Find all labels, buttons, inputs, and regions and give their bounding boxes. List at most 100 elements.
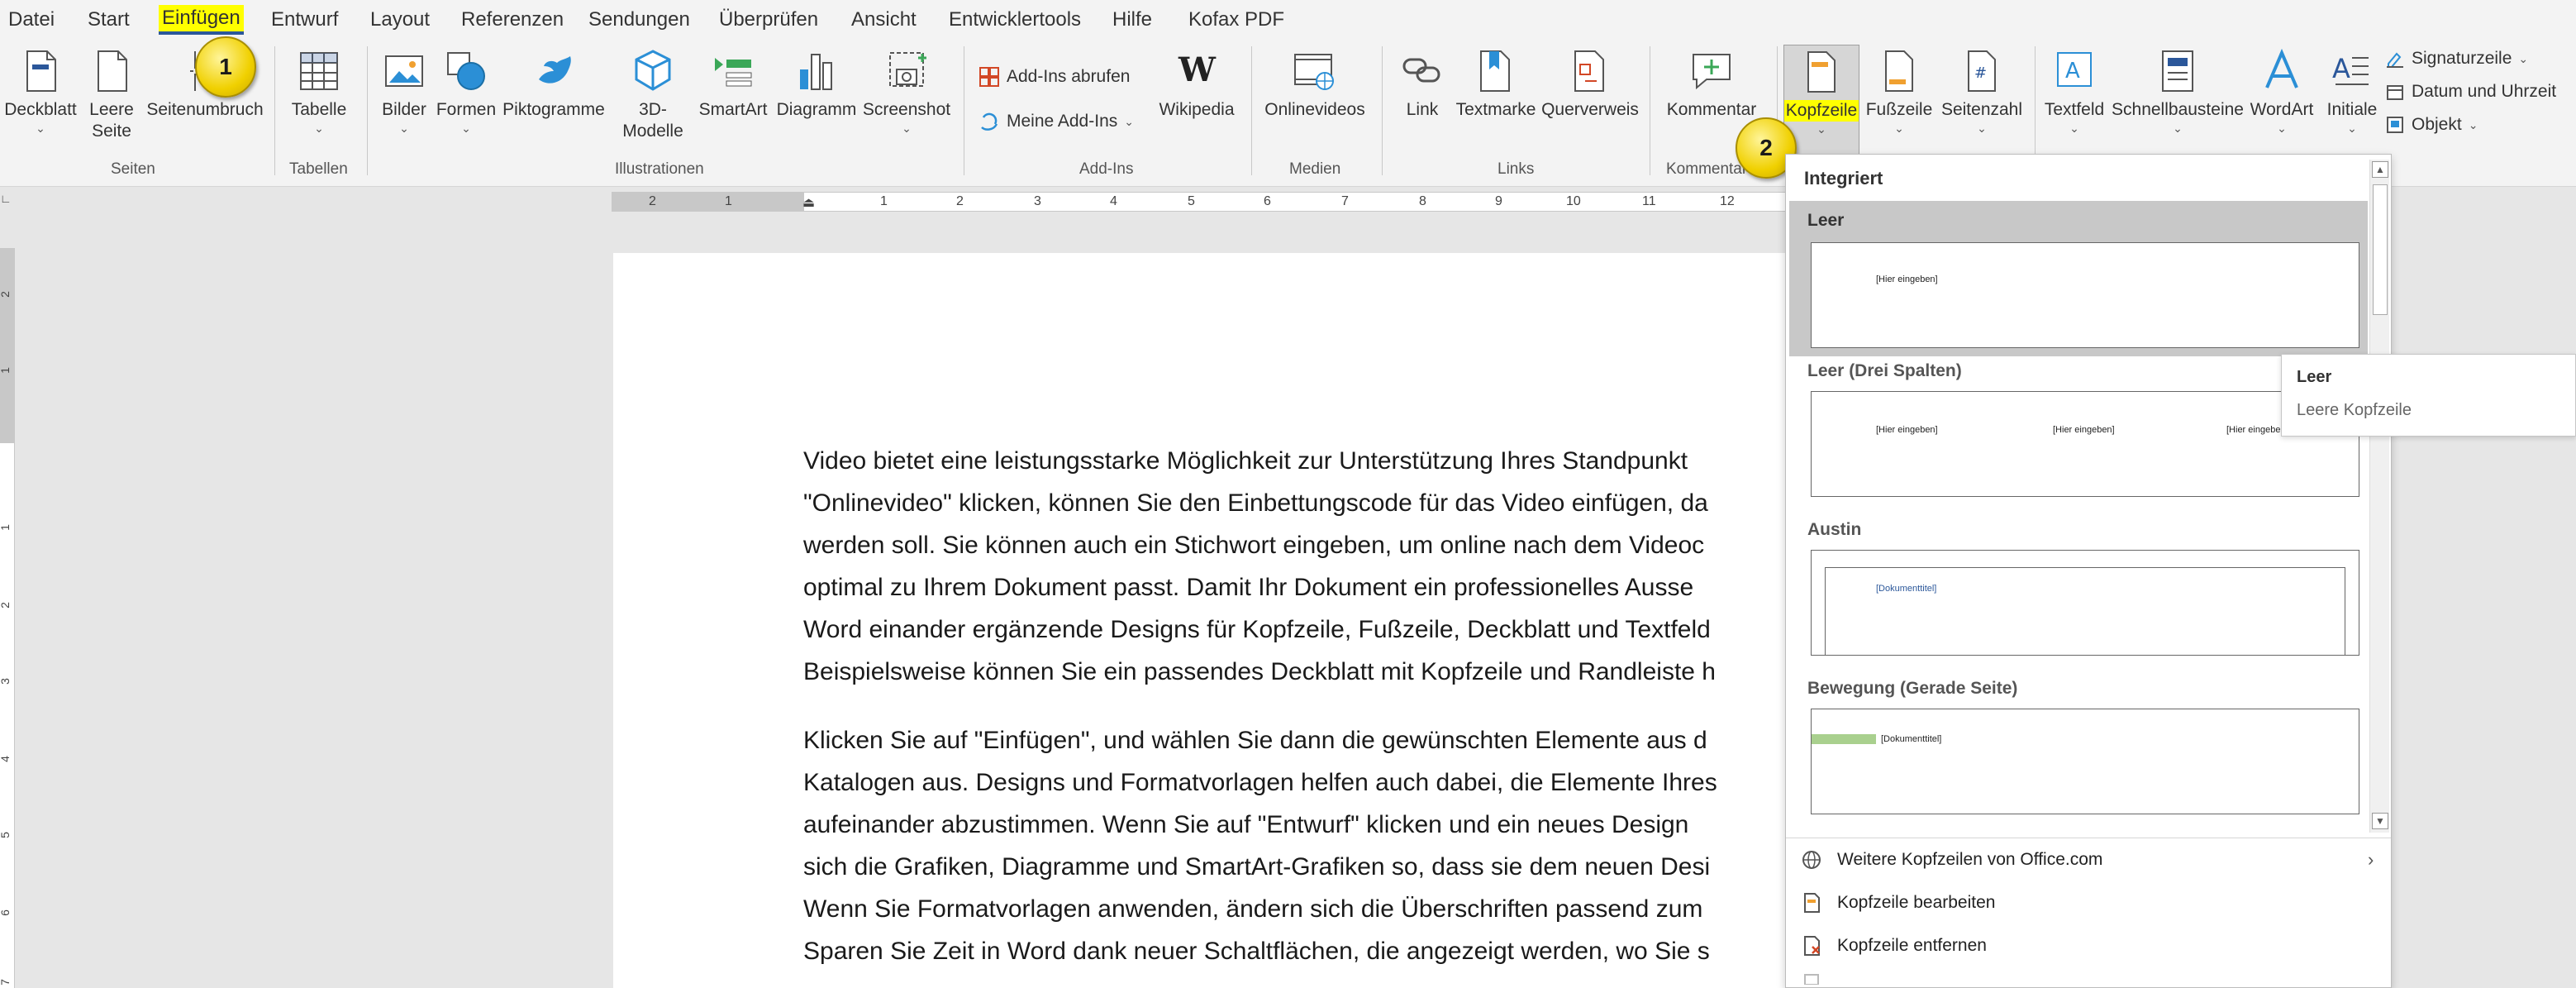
text-line: Word einander ergänzende Designs für Kop… bbox=[803, 616, 1711, 643]
text-line: werden soll. Sie können auch ein Stichwo… bbox=[803, 532, 1705, 559]
add-ins-abrufen-button[interactable]: Add-Ins abrufen bbox=[978, 64, 1130, 89]
ruler-number: 3 bbox=[1034, 194, 1041, 208]
chevron-down-icon: ⌄ bbox=[902, 122, 912, 135]
table-icon bbox=[300, 52, 338, 90]
vertical-ruler[interactable]: 2 1 1 2 3 4 5 6 7 bbox=[0, 248, 15, 988]
ruler-number: 1 bbox=[0, 367, 12, 374]
gallery-scrollbar[interactable]: ▲ ▼ bbox=[2369, 160, 2389, 833]
text-line: aufeinander abzustimmen. Wenn Sie auf "E… bbox=[803, 811, 1689, 838]
querverweis-button[interactable]: Querverweis bbox=[1539, 48, 1641, 121]
chevron-down-icon: ⌄ bbox=[2347, 122, 2357, 135]
bilder-button[interactable]: Bilder ⌄ bbox=[375, 48, 433, 136]
text-line: Sparen Sie Zeit in Word dank neuer Schal… bbox=[803, 938, 1710, 965]
textfeld-button[interactable]: A Textfeld ⌄ bbox=[2041, 48, 2107, 136]
gallery-item-title: Leer bbox=[1807, 211, 1845, 230]
ruler-number: 10 bbox=[1566, 194, 1581, 208]
tab-ueberpruefen[interactable]: Überprüfen bbox=[719, 5, 818, 35]
kopfzeile-bearbeiten-command[interactable]: Kopfzeile bearbeiten bbox=[1801, 892, 1995, 914]
ruler-margin bbox=[0, 248, 15, 443]
kommentar-button[interactable]: Kommentar bbox=[1663, 48, 1760, 121]
tab-referenzen[interactable]: Referenzen bbox=[461, 5, 564, 35]
gallery-item-leer[interactable]: Leer [Hier eingeben] bbox=[1789, 201, 2368, 356]
fusszeile-button[interactable]: Fußzeile ⌄ bbox=[1863, 48, 1936, 136]
gallery-thumbnail: [Hier eingeben] [Hier eingeben] [Hier ei… bbox=[1811, 391, 2359, 497]
ruler-number: 5 bbox=[1188, 194, 1195, 208]
paragraph-1[interactable]: Video bietet eine leistungsstarke Möglic… bbox=[803, 440, 1795, 693]
scroll-up-icon[interactable]: ▲ bbox=[2372, 161, 2388, 178]
gallery-thumbnail: [Dokumenttitel] bbox=[1811, 550, 2359, 656]
tab-start[interactable]: Start bbox=[88, 5, 130, 35]
gallery-item-bewegung-gerade-seite[interactable]: Bewegung (Gerade Seite) [Dokumenttitel] bbox=[1789, 679, 2368, 833]
tab-hilfe[interactable]: Hilfe bbox=[1112, 5, 1152, 35]
tooltip-description: Leere Kopfzeile bbox=[2297, 401, 2412, 419]
meine-add-ins-button[interactable]: Meine Add-Ins ⌄ bbox=[978, 109, 1134, 134]
onlinevideos-button[interactable]: Onlinevideos bbox=[1261, 48, 1369, 121]
piktogramme-button[interactable]: Piktogramme bbox=[501, 48, 607, 121]
auswahl-speichern-command-cut[interactable] bbox=[1801, 973, 1822, 985]
tab-entwurf[interactable]: Entwurf bbox=[271, 5, 338, 35]
wordart-button[interactable]: WordArt ⌄ bbox=[2245, 48, 2319, 136]
smartart-button[interactable]: SmartArt bbox=[694, 48, 772, 121]
seitenzahl-button[interactable]: # Seitenzahl ⌄ bbox=[1937, 48, 2026, 136]
wikipedia-button[interactable]: W Wikipedia bbox=[1155, 48, 1238, 121]
signaturzeile-button[interactable]: Signaturzeile ⌄ bbox=[2385, 46, 2528, 71]
ruler-indent-marker[interactable]: ⏏ bbox=[802, 194, 815, 211]
textmarke-button[interactable]: Textmarke bbox=[1453, 48, 1539, 121]
chevron-down-icon: ⌄ bbox=[461, 122, 471, 135]
cross-reference-icon bbox=[1574, 50, 1604, 92]
scroll-down-icon[interactable]: ▼ bbox=[2372, 813, 2388, 829]
cover-page-icon bbox=[26, 50, 56, 92]
tab-sendungen[interactable]: Sendungen bbox=[588, 5, 690, 35]
screenshot-button[interactable]: Screenshot ⌄ bbox=[861, 48, 952, 136]
tab-einfuegen[interactable]: Einfügen bbox=[159, 5, 244, 35]
3d-cube-icon bbox=[635, 50, 671, 91]
header-gallery-dropdown: Integriert Leer [Hier eingeben] Leer (Dr… bbox=[1785, 154, 2392, 988]
calendar-icon bbox=[2387, 85, 2403, 100]
diagramm-button[interactable]: Diagramm bbox=[775, 48, 858, 121]
group-label-links: Links bbox=[1498, 160, 1535, 178]
wordart-icon bbox=[2265, 48, 2298, 88]
tab-selector[interactable]: ∟ bbox=[0, 192, 15, 212]
svg-text:#: # bbox=[1974, 64, 1987, 82]
horizontal-ruler[interactable]: 2 1 1 ⏏ 2 3 4 5 6 7 8 9 10 11 12 bbox=[612, 192, 1793, 212]
group-label-illustrationen: Illustrationen bbox=[615, 160, 704, 178]
kopfzeile-entfernen-command[interactable]: Kopfzeile entfernen bbox=[1801, 935, 1987, 957]
chevron-down-icon: ⌄ bbox=[36, 122, 45, 135]
store-icon bbox=[979, 67, 999, 87]
tab-entwicklertools[interactable]: Entwicklertools bbox=[949, 5, 1081, 35]
ruler-number: 8 bbox=[1419, 194, 1426, 208]
leere-seite-button[interactable]: Leere Seite bbox=[83, 48, 140, 142]
placeholder-text: [Hier eingeben] bbox=[2053, 425, 2115, 435]
paragraph-2[interactable]: Klicken Sie auf "Einfügen", und wählen S… bbox=[803, 719, 1795, 972]
ruler-number: 11 bbox=[1642, 194, 1656, 208]
initiale-button[interactable]: A Initiale ⌄ bbox=[2321, 48, 2383, 136]
ruler-number: 12 bbox=[1720, 194, 1735, 208]
text-line: Klicken Sie auf "Einfügen", und wählen S… bbox=[803, 727, 1707, 754]
remove-header-icon bbox=[1804, 936, 1820, 956]
tab-ansicht[interactable]: Ansicht bbox=[851, 5, 917, 35]
deckblatt-button[interactable]: Deckblatt ⌄ bbox=[3, 48, 78, 136]
objekt-button[interactable]: Objekt ⌄ bbox=[2385, 112, 2478, 137]
scrollbar-thumb[interactable] bbox=[2373, 184, 2388, 315]
weitere-kopfzeilen-command[interactable]: Weitere Kopfzeilen von Office.com › bbox=[1801, 849, 2379, 871]
gallery-item-austin[interactable]: Austin [Dokumenttitel] bbox=[1789, 520, 2368, 674]
my-addins-icon bbox=[981, 112, 998, 131]
tab-kofax-pdf[interactable]: Kofax PDF bbox=[1188, 5, 1284, 35]
schnellbausteine-button[interactable]: Schnellbausteine ⌄ bbox=[2109, 48, 2246, 136]
step-badge-1: 1 bbox=[195, 36, 256, 98]
group-label-seiten: Seiten bbox=[111, 160, 155, 178]
tab-layout[interactable]: Layout bbox=[370, 5, 430, 35]
datum-uhrzeit-button[interactable]: Datum und Uhrzeit bbox=[2385, 79, 2556, 104]
placeholder-text: [Dokumenttitel] bbox=[1876, 584, 1937, 594]
chevron-down-icon: ⌄ bbox=[2173, 122, 2183, 135]
ruler-number: 4 bbox=[0, 756, 12, 762]
tabelle-button[interactable]: Tabelle ⌄ bbox=[286, 48, 352, 136]
chevron-down-icon: ⌄ bbox=[314, 122, 324, 135]
3d-modelle-button[interactable]: 3D- Modelle bbox=[612, 48, 694, 142]
link-button[interactable]: Link bbox=[1395, 48, 1450, 121]
tab-datei[interactable]: Datei bbox=[8, 5, 55, 35]
screenshot-icon bbox=[889, 52, 926, 87]
formen-button[interactable]: Formen ⌄ bbox=[435, 48, 498, 136]
chart-icon bbox=[800, 54, 832, 90]
quick-parts-icon bbox=[2162, 50, 2193, 92]
